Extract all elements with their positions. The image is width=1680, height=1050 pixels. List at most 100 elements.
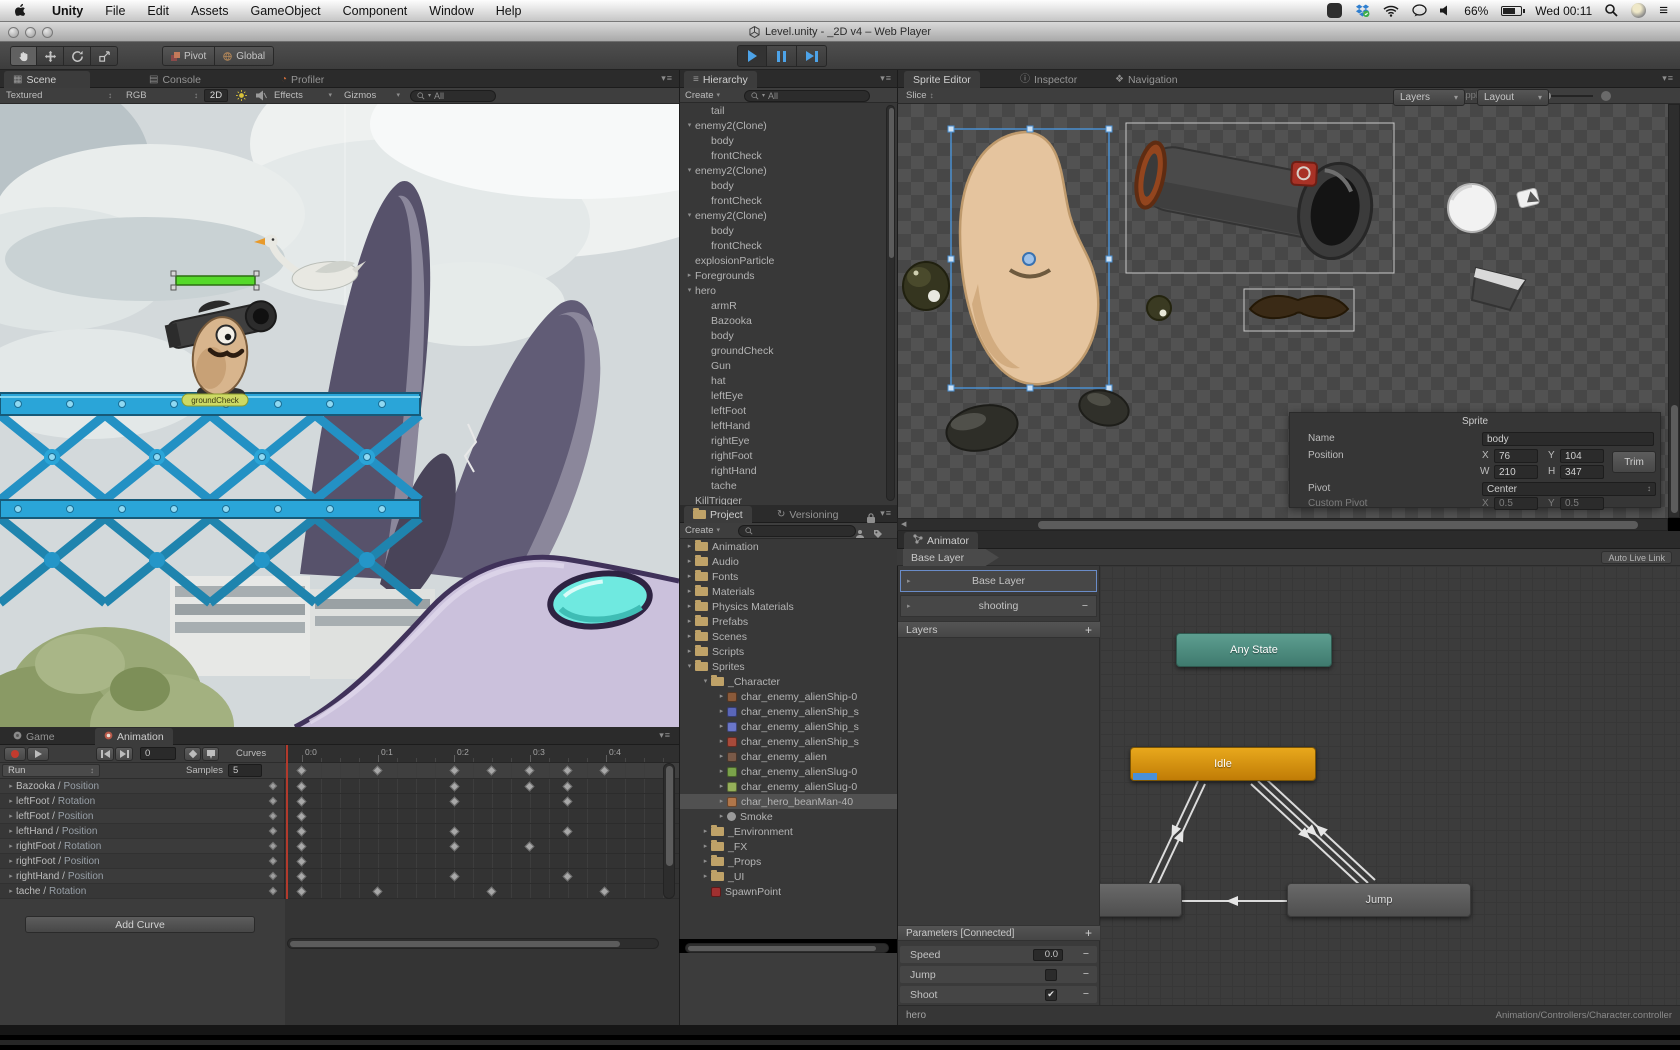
scale-tool-button[interactable]: [91, 46, 118, 66]
keyframe-diamond[interactable]: [563, 797, 573, 807]
pivot-dropdown[interactable]: Center↕: [1482, 482, 1656, 496]
tab-hierarchy[interactable]: ≡Hierarchy: [684, 71, 757, 88]
step-button[interactable]: [797, 45, 827, 67]
remove-parameter-icon[interactable]: −: [1083, 989, 1089, 1000]
hierarchy-create-dropdown[interactable]: Create▾: [685, 90, 720, 101]
keyframe-summary-diamond[interactable]: [525, 766, 535, 776]
breadcrumb-base-layer[interactable]: Base Layer: [903, 549, 999, 566]
menu-gameobject[interactable]: GameObject: [239, 0, 331, 22]
status-app-icon[interactable]: [1327, 3, 1342, 18]
keyframe-diamond[interactable]: [487, 887, 497, 897]
parameter-checkbox[interactable]: [1045, 969, 1057, 981]
add-event-button[interactable]: [202, 747, 219, 761]
expand-arrow-icon[interactable]: ▸: [684, 272, 695, 279]
wifi-icon[interactable]: [1383, 5, 1399, 17]
project-row[interactable]: ▸char_enemy_alien: [680, 749, 897, 764]
menu-help[interactable]: Help: [485, 0, 533, 22]
samples-field[interactable]: 5: [228, 764, 262, 777]
expand-arrow-icon[interactable]: ▸: [6, 828, 16, 835]
sprite-bean-shadow[interactable]: [942, 399, 1022, 457]
animated-property-row[interactable]: ▸tache /Rotation: [0, 884, 284, 899]
hierarchy-row[interactable]: rightEye: [680, 433, 897, 448]
sprite-h-field[interactable]: 347: [1560, 465, 1604, 479]
project-create-dropdown[interactable]: Create▾: [685, 525, 720, 536]
2d-mode-toggle[interactable]: 2D: [204, 89, 228, 102]
project-row[interactable]: ▸_Props: [680, 854, 897, 869]
expand-arrow-icon[interactable]: ▸: [684, 573, 695, 580]
project-row[interactable]: ▸char_hero_beanMan-40: [680, 794, 897, 809]
expand-arrow-icon[interactable]: ▸: [684, 618, 695, 625]
anim-play-button[interactable]: [27, 747, 49, 761]
volume-icon[interactable]: [1440, 5, 1451, 16]
hierarchy-row[interactable]: armR: [680, 298, 897, 313]
tab-versioning[interactable]: ↻Versioning: [768, 506, 847, 523]
slice-dropdown[interactable]: Slice↕: [906, 90, 934, 101]
tab-navigation[interactable]: ❖Navigation: [1106, 71, 1187, 88]
sprite-bazooka[interactable]: [1126, 123, 1394, 273]
custom-pivot-y-field[interactable]: 0.5: [1560, 497, 1604, 510]
sprite-editor-v-scrollbar[interactable]: [1668, 104, 1680, 518]
dopesheet-lanes[interactable]: [285, 779, 679, 899]
expand-arrow-icon[interactable]: ▾: [684, 663, 695, 670]
remove-parameter-icon[interactable]: −: [1083, 969, 1089, 980]
sprite-w-field[interactable]: 210: [1494, 465, 1538, 479]
expand-arrow-icon[interactable]: ▸: [907, 603, 911, 610]
expand-arrow-icon[interactable]: ▸: [6, 783, 16, 790]
keyframe-diamond[interactable]: [297, 782, 307, 792]
play-button[interactable]: [737, 45, 767, 67]
keyframe-diamond[interactable]: [297, 857, 307, 867]
pivot-dot[interactable]: [1023, 253, 1035, 265]
clip-dropdown[interactable]: Run↕: [2, 764, 100, 777]
panel-menu-icon[interactable]: ▾≡: [659, 730, 671, 741]
keyframe-diamond[interactable]: [373, 887, 383, 897]
expand-arrow-icon[interactable]: ▸: [907, 578, 911, 585]
trim-button[interactable]: Trim: [1612, 451, 1656, 473]
hierarchy-row[interactable]: leftEye: [680, 388, 897, 403]
keyframe-summary-diamond[interactable]: [600, 766, 610, 776]
expand-arrow-icon[interactable]: ▾: [700, 678, 711, 685]
keyframe-summary-lane[interactable]: [285, 763, 679, 779]
project-row[interactable]: ▸char_enemy_alienSlug-0: [680, 764, 897, 779]
keyframe-diamond[interactable]: [563, 827, 573, 837]
tab-animation[interactable]: Animation: [95, 728, 173, 745]
sprite-eye-large[interactable]: [903, 262, 949, 310]
hierarchy-row[interactable]: groundCheck: [680, 343, 897, 358]
sprite-body-selection[interactable]: [948, 126, 1112, 391]
project-row[interactable]: ▸char_enemy_alienShip-0: [680, 689, 897, 704]
hierarchy-row[interactable]: leftHand: [680, 418, 897, 433]
keyframe-diamond[interactable]: [600, 887, 610, 897]
expand-arrow-icon[interactable]: ▸: [684, 543, 695, 550]
hierarchy-row[interactable]: Gun: [680, 358, 897, 373]
project-row[interactable]: ▸Fonts: [680, 569, 897, 584]
animated-property-row[interactable]: ▸rightFoot /Rotation: [0, 839, 284, 854]
hierarchy-row[interactable]: Bazooka: [680, 313, 897, 328]
lighting-toggle-icon[interactable]: [236, 90, 247, 101]
dopesheet-lane[interactable]: [285, 869, 679, 884]
expand-arrow-icon[interactable]: ▾: [684, 287, 695, 294]
search-by-type-icon[interactable]: [855, 526, 865, 544]
hierarchy-row[interactable]: frontCheck: [680, 193, 897, 208]
layer-shooting[interactable]: ▸ shooting −: [900, 595, 1097, 617]
panel-menu-icon[interactable]: ▾≡: [880, 508, 892, 519]
expand-arrow-icon[interactable]: ▸: [716, 813, 727, 820]
keyframe-diamond[interactable]: [297, 872, 307, 882]
hierarchy-row[interactable]: hat: [680, 373, 897, 388]
sprite-editor-canvas[interactable]: Sprite Name body Position X 76 Y 104 W 2…: [897, 104, 1668, 518]
hierarchy-row[interactable]: ▾enemy2(Clone): [680, 208, 897, 223]
menu-component[interactable]: Component: [332, 0, 419, 22]
parameter-row-jump[interactable]: Jump−: [900, 966, 1097, 983]
project-row[interactable]: ▸Physics Materials: [680, 599, 897, 614]
dopesheet-lane[interactable]: [285, 884, 679, 899]
panel-menu-icon[interactable]: ▾≡: [880, 73, 892, 84]
mip-icon[interactable]: [1601, 91, 1611, 101]
expand-arrow-icon[interactable]: ▸: [684, 588, 695, 595]
panel-menu-icon[interactable]: ▾≡: [661, 73, 673, 84]
hierarchy-scrollbar[interactable]: [886, 105, 895, 501]
expand-arrow-icon[interactable]: ▾: [684, 212, 695, 219]
layers-dropdown[interactable]: Layers▾: [1393, 89, 1465, 106]
hierarchy-row[interactable]: body: [680, 178, 897, 193]
expand-arrow-icon[interactable]: ▸: [716, 768, 727, 775]
dropbox-icon[interactable]: [1355, 4, 1370, 18]
expand-arrow-icon[interactable]: ▾: [684, 167, 695, 174]
sprite-blob[interactable]: [1076, 385, 1133, 430]
